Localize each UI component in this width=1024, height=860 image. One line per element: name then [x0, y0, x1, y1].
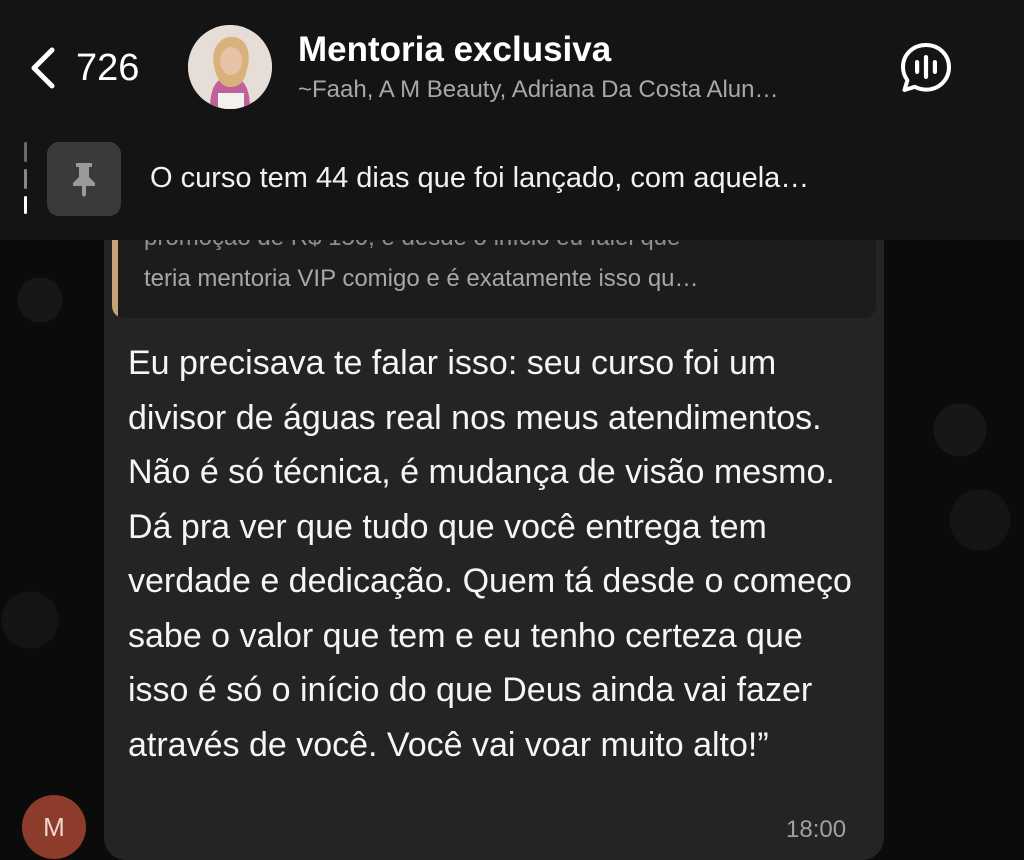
pinned-indicator [24, 142, 28, 214]
quoted-message[interactable]: promoção de R$ 150, e desde o início eu … [112, 240, 876, 318]
sender-initial: M [43, 811, 65, 842]
pinned-message-thumbnail[interactable] [47, 142, 121, 216]
quoted-text: teria mentoria VIP comigo e é exatamente… [144, 265, 699, 292]
message-text: Eu precisava te falar isso: seu curso fo… [128, 344, 852, 764]
voice-call-icon [901, 43, 951, 92]
chat-members[interactable]: ~Faah, A M Beauty, Adriana Da Costa Alun… [298, 76, 878, 104]
voice-call-button[interactable] [898, 40, 954, 96]
group-avatar[interactable] [188, 25, 272, 109]
avatar-photo [188, 25, 272, 109]
back-button[interactable]: 726 [28, 38, 139, 98]
chat-title[interactable]: Mentoria exclusiva [298, 30, 611, 70]
pinned-message-text[interactable]: O curso tem 44 dias que foi lançado, com… [150, 162, 809, 195]
chevron-left-icon [31, 47, 55, 89]
pin-icon [73, 163, 95, 197]
unread-count: 726 [76, 46, 140, 89]
sender-avatar[interactable]: M [22, 795, 86, 859]
message-timestamp: 18:00 [786, 816, 847, 843]
chat-header: 726 Mentoria exclusiva ~Faah, A M Beauty… [0, 0, 1024, 240]
quote-accent-bar [112, 240, 118, 318]
quoted-text-partial: promoção de R$ 150, e desde o início eu … [144, 240, 680, 252]
